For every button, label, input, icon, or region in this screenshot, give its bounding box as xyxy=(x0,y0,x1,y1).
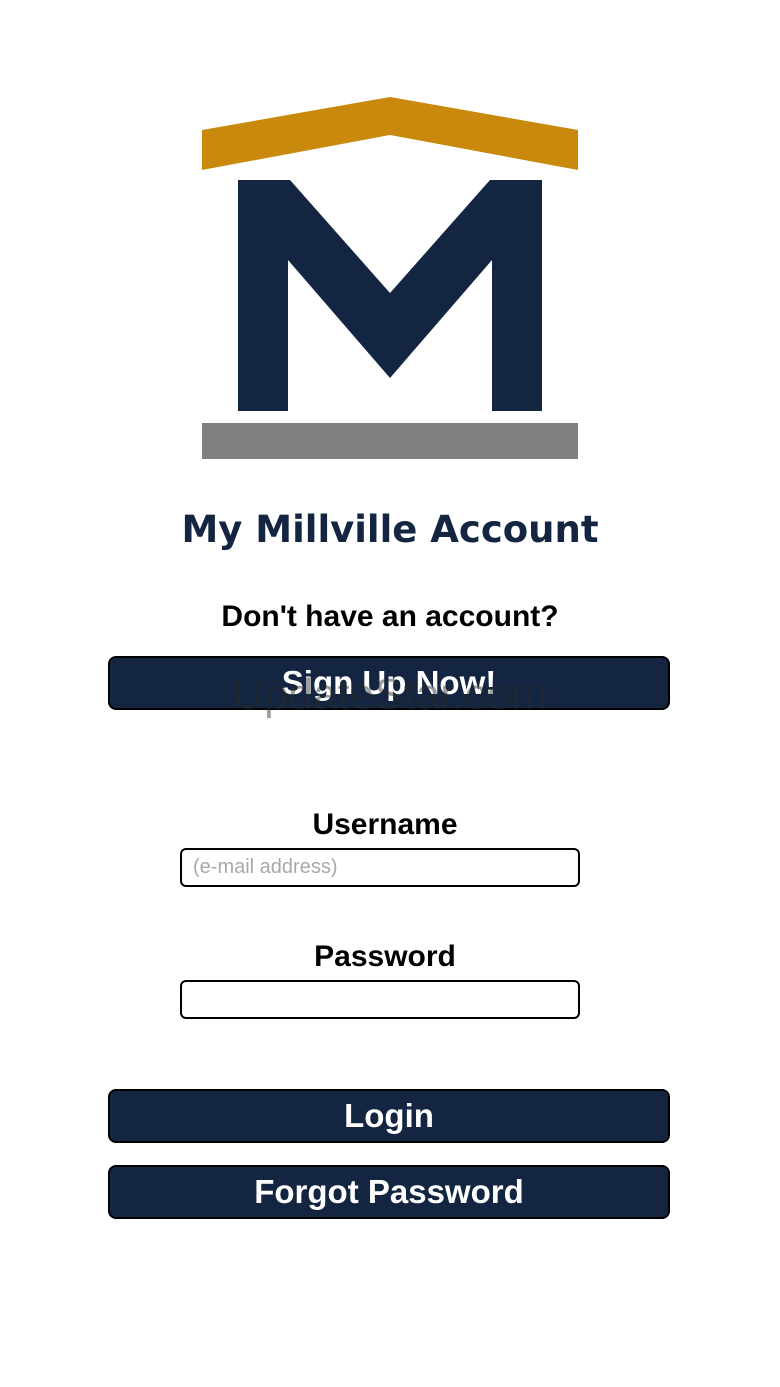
username-input[interactable] xyxy=(180,848,580,887)
logo-letter-m xyxy=(238,180,542,411)
forgot-password-button[interactable]: Forgot Password xyxy=(108,1165,670,1219)
username-label: Username xyxy=(312,808,458,841)
millville-logo xyxy=(202,97,578,459)
login-button[interactable]: Login xyxy=(108,1089,670,1143)
password-input[interactable] xyxy=(180,980,580,1019)
sign-up-button[interactable]: Sign Up Now! xyxy=(108,656,670,710)
password-label: Password xyxy=(314,940,456,973)
logo-roof xyxy=(202,97,578,170)
page-title: My Millville Account xyxy=(181,508,599,551)
signup-prompt: Don't have an account? xyxy=(221,600,559,633)
logo-base-bar xyxy=(202,423,578,459)
